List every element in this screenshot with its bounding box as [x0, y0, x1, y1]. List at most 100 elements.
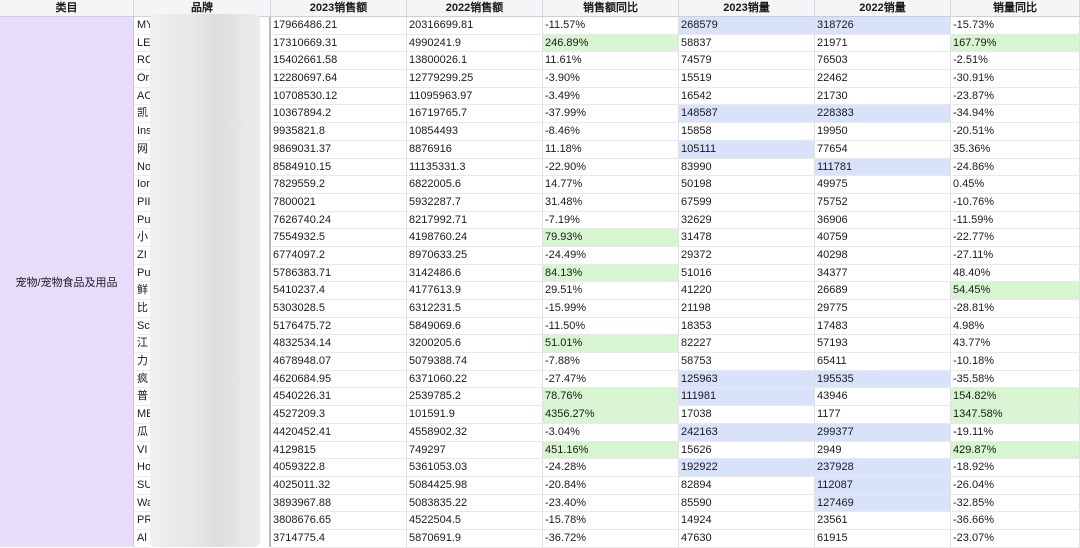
cell-volume-yoy[interactable]: 154.82%	[951, 388, 1080, 406]
cell-volume-2023[interactable]: 268579	[679, 17, 815, 34]
brand-cell[interactable]: 凯	[134, 105, 150, 124]
cell-sales-2023[interactable]: 17966486.21	[271, 17, 407, 34]
cell-sales-yoy[interactable]: -36.72%	[543, 529, 679, 547]
cell-sales-2022[interactable]: 749297	[407, 441, 543, 459]
brand-cell[interactable]: 疯	[134, 371, 150, 389]
cell-sales-2023[interactable]: 10367894.2	[271, 105, 407, 123]
cell-volume-2022[interactable]: 65411	[815, 353, 951, 370]
cell-sales-2022[interactable]: 12779299.25	[407, 70, 543, 87]
cell-sales-2022[interactable]: 5079388.74	[407, 353, 543, 370]
brand-cell[interactable]: Al	[134, 530, 150, 548]
cell-sales-2022[interactable]: 5870691.9	[407, 529, 543, 547]
header-sales-2022[interactable]: 2022销售额	[407, 0, 543, 16]
cell-sales-yoy[interactable]: 4356.27%	[543, 406, 679, 423]
brand-cell[interactable]: ME	[134, 406, 150, 424]
cell-sales-yoy[interactable]: 29.51%	[543, 282, 679, 299]
cell-volume-2023[interactable]: 125963	[679, 370, 815, 388]
cell-volume-yoy[interactable]: -10.76%	[951, 193, 1080, 211]
cell-sales-yoy[interactable]: 84.13%	[543, 264, 679, 282]
cell-sales-2022[interactable]: 13800026.1	[407, 52, 543, 70]
cell-sales-2022[interactable]: 5361053.03	[407, 459, 543, 476]
cell-sales-2023[interactable]: 5786383.71	[271, 264, 407, 282]
cell-sales-yoy[interactable]: -23.40%	[543, 494, 679, 512]
cell-volume-yoy[interactable]: -23.07%	[951, 529, 1080, 547]
cell-sales-2023[interactable]: 7554932.5	[271, 229, 407, 246]
cell-volume-2023[interactable]: 58753	[679, 353, 815, 370]
cell-sales-2023[interactable]: 9869031.37	[271, 140, 407, 158]
cell-volume-2023[interactable]: 74579	[679, 52, 815, 70]
cell-volume-2023[interactable]: 14924	[679, 512, 815, 529]
cell-sales-yoy[interactable]: 14.77%	[543, 176, 679, 193]
cell-volume-2023[interactable]: 50198	[679, 176, 815, 193]
cell-volume-2023[interactable]: 85590	[679, 494, 815, 512]
cell-sales-yoy[interactable]: 11.18%	[543, 140, 679, 158]
brand-cell[interactable]: VI	[134, 442, 150, 460]
cell-volume-2023[interactable]: 105111	[679, 140, 815, 158]
cell-volume-2023[interactable]: 192922	[679, 459, 815, 476]
cell-volume-yoy[interactable]: -15.73%	[951, 17, 1080, 34]
cell-sales-2022[interactable]: 5084425.98	[407, 476, 543, 494]
cell-sales-yoy[interactable]: -11.50%	[543, 317, 679, 335]
cell-volume-2022[interactable]: 1177	[815, 406, 951, 423]
cell-volume-2023[interactable]: 67599	[679, 193, 815, 211]
cell-volume-2023[interactable]: 41220	[679, 282, 815, 299]
cell-volume-2022[interactable]: 299377	[815, 423, 951, 441]
cell-sales-yoy[interactable]: 31.48%	[543, 193, 679, 211]
header-volume-2022[interactable]: 2022销量	[815, 0, 951, 16]
cell-sales-2023[interactable]: 7626740.24	[271, 211, 407, 229]
cell-sales-yoy[interactable]: 79.93%	[543, 229, 679, 246]
cell-volume-yoy[interactable]: -22.77%	[951, 229, 1080, 246]
cell-sales-2022[interactable]: 4198760.24	[407, 229, 543, 246]
cell-volume-2023[interactable]: 32629	[679, 211, 815, 229]
cell-volume-2023[interactable]: 83990	[679, 158, 815, 176]
cell-sales-2023[interactable]: 12280697.64	[271, 70, 407, 87]
cell-volume-2022[interactable]: 21730	[815, 87, 951, 105]
cell-volume-2022[interactable]: 36906	[815, 211, 951, 229]
cell-sales-2023[interactable]: 6774097.2	[271, 246, 407, 264]
cell-volume-2022[interactable]: 29775	[815, 300, 951, 317]
cell-volume-yoy[interactable]: 35.36%	[951, 140, 1080, 158]
header-volume-yoy[interactable]: 销量同比	[951, 0, 1080, 16]
brand-cell[interactable]: Sc	[134, 318, 150, 336]
cell-sales-2022[interactable]: 20316699.81	[407, 17, 543, 34]
cell-sales-yoy[interactable]: -7.88%	[543, 353, 679, 370]
cell-sales-2022[interactable]: 10854493	[407, 123, 543, 140]
cell-sales-yoy[interactable]: 51.01%	[543, 335, 679, 353]
cell-volume-2023[interactable]: 58837	[679, 34, 815, 52]
category-cell[interactable]: 宠物/宠物食品及用品	[0, 17, 134, 547]
cell-volume-yoy[interactable]: -30.91%	[951, 70, 1080, 87]
cell-sales-2023[interactable]: 7829559.2	[271, 176, 407, 193]
cell-sales-2022[interactable]: 8970633.25	[407, 246, 543, 264]
cell-sales-2023[interactable]: 4540226.31	[271, 388, 407, 406]
brand-cell[interactable]: RC	[134, 52, 150, 71]
cell-volume-2023[interactable]: 15626	[679, 441, 815, 459]
cell-volume-yoy[interactable]: -27.11%	[951, 246, 1080, 264]
cell-sales-2023[interactable]: 4420452.41	[271, 423, 407, 441]
cell-sales-2023[interactable]: 7800021	[271, 193, 407, 211]
brand-cell[interactable]: PII	[134, 194, 150, 212]
cell-volume-2022[interactable]: 49975	[815, 176, 951, 193]
cell-sales-2022[interactable]: 11095963.97	[407, 87, 543, 105]
cell-volume-2023[interactable]: 51016	[679, 264, 815, 282]
brand-cell[interactable]: AC	[134, 88, 150, 106]
cell-volume-yoy[interactable]: -2.51%	[951, 52, 1080, 70]
cell-sales-2023[interactable]: 4129815	[271, 441, 407, 459]
cell-volume-2022[interactable]: 237928	[815, 459, 951, 476]
brand-cell[interactable]: ZI	[134, 247, 150, 265]
cell-sales-yoy[interactable]: -22.90%	[543, 158, 679, 176]
cell-volume-yoy[interactable]: -11.59%	[951, 211, 1080, 229]
cell-sales-2022[interactable]: 5083835.22	[407, 494, 543, 512]
cell-sales-2022[interactable]: 6371060.22	[407, 370, 543, 388]
brand-cell[interactable]: 网	[134, 141, 150, 159]
cell-sales-yoy[interactable]: -37.99%	[543, 105, 679, 123]
cell-volume-2023[interactable]: 21198	[679, 300, 815, 317]
cell-sales-2022[interactable]: 8876916	[407, 140, 543, 158]
cell-volume-2023[interactable]: 47630	[679, 529, 815, 547]
cell-volume-yoy[interactable]: -35.58%	[951, 370, 1080, 388]
cell-volume-2023[interactable]: 82894	[679, 476, 815, 494]
cell-sales-2023[interactable]: 3808676.65	[271, 512, 407, 529]
cell-volume-2023[interactable]: 82227	[679, 335, 815, 353]
brand-cell[interactable]: Pu	[134, 212, 150, 230]
cell-volume-2023[interactable]: 16542	[679, 87, 815, 105]
cell-volume-2023[interactable]: 148587	[679, 105, 815, 123]
